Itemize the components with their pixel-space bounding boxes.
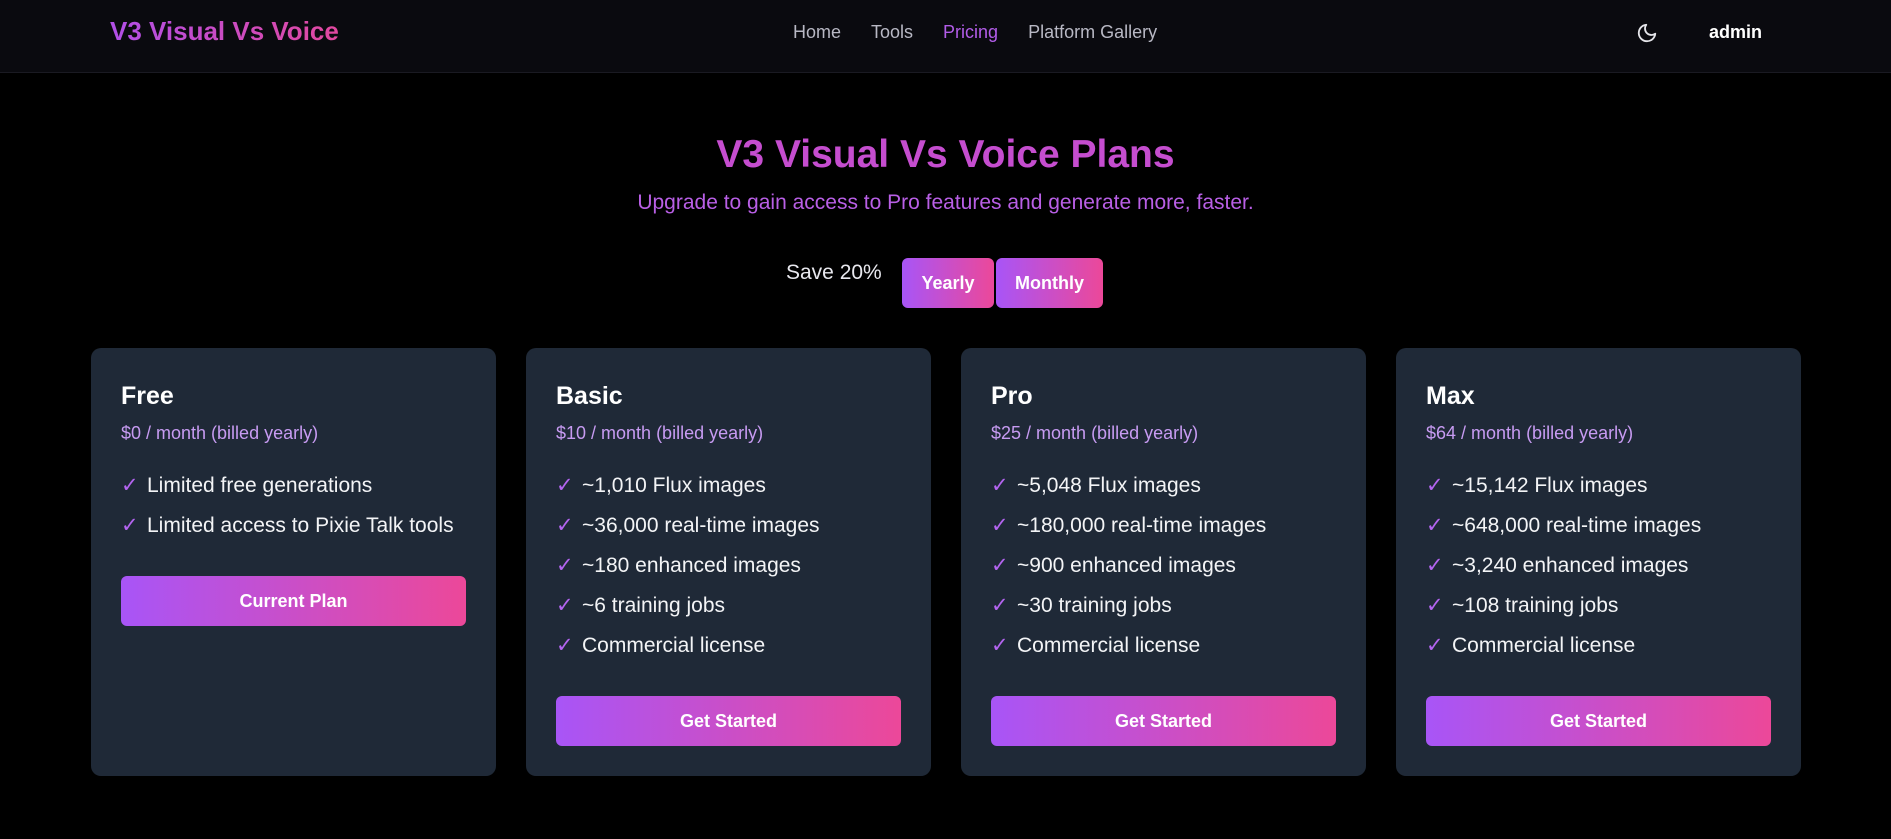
feature-text: ~36,000 real-time images xyxy=(582,514,820,537)
user-menu[interactable]: admin xyxy=(1709,22,1762,43)
current-plan-button[interactable]: Current Plan xyxy=(121,576,466,626)
plan-name: Pro xyxy=(991,382,1033,410)
feature-text: ~1,010 Flux images xyxy=(582,474,766,497)
feature-item: ✓ ~648,000 real-time images xyxy=(1426,506,1701,546)
feature-text: ~180 enhanced images xyxy=(582,554,801,577)
feature-item: ✓ Limited free generations xyxy=(121,466,454,506)
plan-price: $64 / month (billed yearly) xyxy=(1426,423,1634,443)
nav-link-platform-gallery[interactable]: Platform Gallery xyxy=(1028,22,1157,43)
check-icon: ✓ xyxy=(991,634,1009,657)
feature-text: Commercial license xyxy=(1452,634,1636,657)
feature-text: ~900 enhanced images xyxy=(1017,554,1236,577)
page-title: V3 Visual Vs Voice Plans xyxy=(716,133,1175,176)
feature-text: ~6 training jobs xyxy=(582,594,726,617)
check-icon: ✓ xyxy=(1426,554,1444,577)
feature-item: ✓ ~900 enhanced images xyxy=(991,546,1266,586)
feature-item: ✓ ~15,142 Flux images xyxy=(1426,466,1701,506)
check-icon: ✓ xyxy=(1426,474,1444,497)
feature-text: ~180,000 real-time images xyxy=(1017,514,1267,537)
feature-item: ✓ ~3,240 enhanced images xyxy=(1426,546,1701,586)
get-started-button-basic[interactable]: Get Started xyxy=(556,696,901,746)
feature-text: Commercial license xyxy=(1017,634,1201,657)
plan-price: $25 / month (billed yearly) xyxy=(991,423,1199,443)
feature-item: ✓ Commercial license xyxy=(556,626,820,666)
feature-item: ✓ ~1,010 Flux images xyxy=(556,466,820,506)
main-nav: Home Tools Pricing Platform Gallery xyxy=(793,22,1157,43)
feature-item: ✓ Commercial license xyxy=(991,626,1266,666)
get-started-button-pro[interactable]: Get Started xyxy=(991,696,1336,746)
plan-price: $10 / month (billed yearly) xyxy=(556,423,764,443)
nav-link-home[interactable]: Home xyxy=(793,22,841,43)
page-subtitle: Upgrade to gain access to Pro features a… xyxy=(637,191,1254,214)
plan-card-max: Max $64 / month (billed yearly) ✓ ~15,142… xyxy=(1396,348,1801,776)
check-icon: ✓ xyxy=(556,514,574,537)
top-navbar: V3 Visual Vs Voice Home Tools Pricing Pl… xyxy=(0,0,1891,73)
check-icon: ✓ xyxy=(1426,634,1444,657)
feature-list: ✓ Limited free generations ✓ Limited acces… xyxy=(121,466,454,546)
brand-logo-text[interactable]: V3 Visual Vs Voice xyxy=(110,16,339,47)
feature-text: ~3,240 enhanced images xyxy=(1452,554,1689,577)
check-icon: ✓ xyxy=(556,554,574,577)
check-icon: ✓ xyxy=(991,514,1009,537)
feature-list: ✓ ~5,048 Flux images ✓ ~180,000 real-time … xyxy=(991,466,1266,666)
check-icon: ✓ xyxy=(556,634,574,657)
feature-text: ~108 training jobs xyxy=(1452,594,1619,617)
feature-item: ✓ ~180,000 real-time images xyxy=(991,506,1266,546)
feature-list: ✓ ~1,010 Flux images ✓ ~36,000 real-time i… xyxy=(556,466,820,666)
check-icon: ✓ xyxy=(1426,514,1444,537)
feature-text: Limited free generations xyxy=(147,474,373,497)
feature-text: Limited access to Pixie Talk tools xyxy=(147,514,454,537)
nav-link-pricing[interactable]: Pricing xyxy=(943,22,998,43)
get-started-button-max[interactable]: Get Started xyxy=(1426,696,1771,746)
check-icon: ✓ xyxy=(556,474,574,497)
plan-name: Max xyxy=(1426,382,1475,410)
feature-item: ✓ ~36,000 real-time images xyxy=(556,506,820,546)
feature-item: ✓ Limited access to Pixie Talk tools xyxy=(121,506,454,546)
check-icon: ✓ xyxy=(121,474,139,497)
feature-text: ~15,142 Flux images xyxy=(1452,474,1648,497)
check-icon: ✓ xyxy=(121,514,139,537)
check-icon: ✓ xyxy=(991,554,1009,577)
plan-name: Free xyxy=(121,382,174,410)
feature-item: ✓ ~180 enhanced images xyxy=(556,546,820,586)
save-percent-label: Save 20% xyxy=(786,261,882,284)
check-icon: ✓ xyxy=(991,594,1009,617)
feature-item: ✓ ~108 training jobs xyxy=(1426,586,1701,626)
feature-item: ✓ Commercial license xyxy=(1426,626,1701,666)
feature-item: ✓ ~30 training jobs xyxy=(991,586,1266,626)
feature-list: ✓ ~15,142 Flux images ✓ ~648,000 real-time… xyxy=(1426,466,1701,666)
check-icon: ✓ xyxy=(1426,594,1444,617)
plan-card-basic: Basic $10 / month (billed yearly) ✓ ~1,01… xyxy=(526,348,931,776)
plan-card-pro: Pro $25 / month (billed yearly) ✓ ~5,048 … xyxy=(961,348,1366,776)
moon-icon[interactable] xyxy=(1636,22,1658,44)
feature-item: ✓ ~5,048 Flux images xyxy=(991,466,1266,506)
feature-text: ~5,048 Flux images xyxy=(1017,474,1201,497)
nav-link-tools[interactable]: Tools xyxy=(871,22,913,43)
check-icon: ✓ xyxy=(556,594,574,617)
yearly-toggle-button[interactable]: Yearly xyxy=(902,258,994,308)
monthly-toggle-button[interactable]: Monthly xyxy=(996,258,1103,308)
plan-price: $0 / month (billed yearly) xyxy=(121,423,319,443)
plan-name: Basic xyxy=(556,382,623,410)
feature-text: Commercial license xyxy=(582,634,766,657)
feature-text: ~648,000 real-time images xyxy=(1452,514,1702,537)
check-icon: ✓ xyxy=(991,474,1009,497)
feature-text: ~30 training jobs xyxy=(1017,594,1172,617)
plan-card-free: Free $0 / month (billed yearly) ✓ Limited… xyxy=(91,348,496,776)
feature-item: ✓ ~6 training jobs xyxy=(556,586,820,626)
